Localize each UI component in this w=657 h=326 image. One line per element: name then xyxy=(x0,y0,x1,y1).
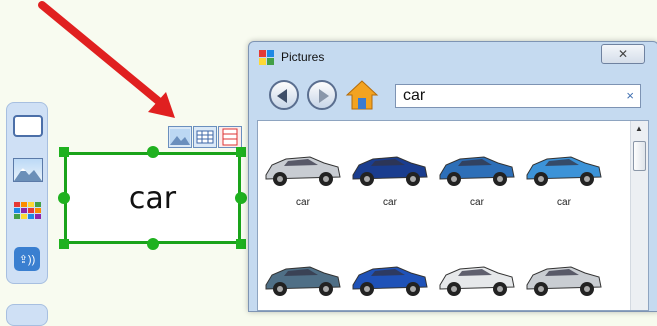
result-label: car xyxy=(296,197,310,208)
speaker-icon: ⇪)) xyxy=(14,247,40,271)
result-tile[interactable]: car xyxy=(260,141,346,221)
add-grid-button[interactable] xyxy=(12,201,42,225)
resize-handle-bottom-right[interactable] xyxy=(236,239,246,249)
resize-handle-top-right[interactable] xyxy=(236,147,246,157)
result-tile[interactable]: car xyxy=(434,141,520,221)
resize-handle-top-left[interactable] xyxy=(59,147,69,157)
navigation-bar: car × xyxy=(257,74,650,118)
result-label: car xyxy=(557,197,571,208)
silver-sedan-icon xyxy=(265,156,341,186)
left-toolbar-lower xyxy=(6,304,48,326)
resize-handle-right[interactable] xyxy=(235,192,247,204)
grid-icon xyxy=(14,202,41,219)
list-icon xyxy=(222,128,238,146)
picture-icon xyxy=(170,129,190,145)
close-icon: ✕ xyxy=(617,47,629,61)
close-button[interactable]: ✕ xyxy=(601,44,645,64)
frame-icon xyxy=(13,115,43,137)
window-title-bar[interactable]: Pictures ✕ xyxy=(249,42,657,72)
resize-handle-bottom[interactable] xyxy=(147,238,159,250)
pictures-window: Pictures ✕ car × car car car car ▲ xyxy=(248,41,657,312)
clear-search-icon[interactable]: × xyxy=(626,88,634,103)
vertical-scrollbar[interactable]: ▲ xyxy=(630,121,648,310)
result-label: car xyxy=(470,197,484,208)
result-tile[interactable]: car xyxy=(521,141,607,221)
app-icon xyxy=(259,50,274,65)
forward-arrow-icon xyxy=(319,89,329,103)
blue-estate-car-icon xyxy=(352,156,428,186)
window-title: Pictures xyxy=(281,50,325,64)
result-tile[interactable] xyxy=(260,251,346,310)
home-button[interactable] xyxy=(345,78,379,112)
table-icon xyxy=(196,130,214,144)
add-sound-button[interactable]: ⇪)) xyxy=(12,247,42,271)
blue-convertible-icon xyxy=(352,266,428,296)
search-value[interactable]: car xyxy=(403,87,425,105)
picture-icon xyxy=(13,158,43,182)
scroll-thumb[interactable] xyxy=(633,141,646,171)
suv-icon xyxy=(265,266,341,296)
resize-handle-bottom-left[interactable] xyxy=(59,239,69,249)
home-icon xyxy=(345,80,379,110)
blue-hatchback-icon xyxy=(439,156,515,186)
forward-button[interactable] xyxy=(307,80,337,110)
left-toolbar: ⇪)) xyxy=(6,102,48,284)
result-tile[interactable] xyxy=(434,251,520,310)
results-grid: car car car car ▲ xyxy=(257,120,649,311)
result-tile[interactable]: car xyxy=(347,141,433,221)
result-tile[interactable] xyxy=(521,251,607,310)
frame-list-button[interactable] xyxy=(218,126,242,148)
result-tile[interactable] xyxy=(347,251,433,310)
white-hatchback-open-icon xyxy=(439,266,515,296)
resize-handle-left[interactable] xyxy=(58,192,70,204)
scroll-up-icon[interactable]: ▲ xyxy=(635,124,643,133)
frame-picture-button[interactable] xyxy=(168,126,192,148)
silver-hatchback-icon xyxy=(526,266,602,296)
selected-frame[interactable]: car xyxy=(64,152,241,244)
frame-grid-button[interactable] xyxy=(193,126,217,148)
frame-text[interactable]: car xyxy=(67,155,238,241)
back-button[interactable] xyxy=(269,80,299,110)
resize-handle-top[interactable] xyxy=(147,146,159,158)
back-arrow-icon xyxy=(277,89,287,103)
add-frame-button[interactable] xyxy=(12,113,43,137)
result-label: car xyxy=(383,197,397,208)
search-input[interactable]: car × xyxy=(395,84,641,108)
light-blue-minivan-icon xyxy=(526,156,602,186)
add-picture-button[interactable] xyxy=(12,157,43,182)
